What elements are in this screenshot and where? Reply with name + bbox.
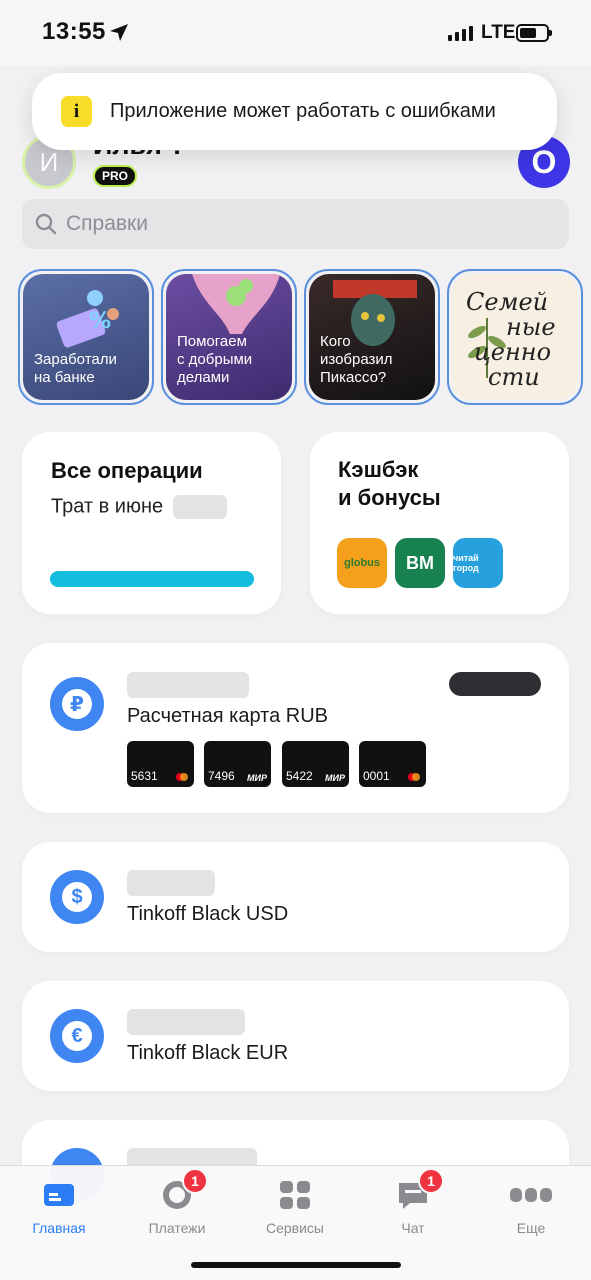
home-indicator[interactable]	[191, 1262, 401, 1268]
home-card-icon	[42, 1178, 76, 1212]
hidden-badge	[449, 672, 541, 696]
tab-chat[interactable]: 1 Чат	[358, 1168, 468, 1236]
ruble-icon: ₽	[50, 677, 104, 731]
story-label: Кого изобразил Пикассо?	[320, 333, 393, 386]
percent-card-illustration: %	[56, 290, 119, 348]
account-title: Расчетная карта RUB	[127, 705, 329, 727]
account-title: Tinkoff Black USD	[127, 903, 289, 925]
svg-text:%: %	[89, 309, 111, 334]
mir-logo: МИР	[325, 773, 345, 783]
story-label: Помогаем с добрыми делами	[177, 333, 253, 386]
status-bar: 13:55 LTE	[0, 0, 591, 66]
tab-home[interactable]: Главная	[4, 1178, 114, 1236]
chat-icon: 1	[396, 1168, 444, 1212]
info-icon: i	[61, 96, 92, 127]
tab-services[interactable]: Сервисы	[240, 1178, 350, 1236]
hidden-balance	[127, 870, 215, 896]
bank-card-thumbnail[interactable]: 7496 МИР	[204, 741, 271, 787]
location-arrow-icon	[110, 24, 128, 41]
account-card-rub[interactable]: ₽ Расчетная карта RUB 5631 7496 МИР 5422…	[22, 643, 569, 813]
dollar-icon: $	[50, 870, 104, 924]
operations-title: Все операции	[51, 458, 203, 483]
search-bar[interactable]	[22, 199, 569, 249]
battery-icon	[516, 24, 552, 42]
payments-icon: 1	[160, 1168, 208, 1212]
notification-badge: 1	[182, 1168, 208, 1194]
partner-globus-logo[interactable]: globus	[337, 538, 387, 588]
app-icon-letter: O	[531, 143, 557, 180]
notification-badge: 1	[418, 1168, 444, 1194]
account-card-eur[interactable]: € Tinkoff Black EUR	[22, 981, 569, 1091]
story-card[interactable]: Помогаем с добрыми делами	[161, 269, 297, 405]
avatar-initial: И	[39, 146, 59, 177]
services-grid-icon	[278, 1178, 312, 1212]
cashback-card[interactable]: Кэшбэк и бонусы globus ВМ читай город	[310, 432, 569, 614]
more-dots-icon	[509, 1178, 553, 1212]
search-icon	[35, 213, 57, 235]
bank-card-thumbnail[interactable]: 0001	[359, 741, 426, 787]
story-card[interactable]: % Заработали на банке	[18, 269, 154, 405]
mastercard-icon	[176, 773, 188, 781]
status-time: 13:55	[42, 18, 106, 45]
account-title: Tinkoff Black EUR	[127, 1042, 289, 1064]
account-card-usd[interactable]: $ Tinkoff Black USD	[22, 842, 569, 952]
story-card[interactable]: Кого изобразил Пикассо?	[304, 269, 440, 405]
mastercard-icon	[408, 773, 420, 781]
euro-icon: €	[50, 1009, 104, 1063]
tab-payments[interactable]: 1 Платежи	[122, 1168, 232, 1236]
network-label: LTE	[481, 22, 516, 43]
hidden-balance	[127, 672, 249, 698]
story-label: Заработали на банке	[34, 351, 117, 386]
operations-card[interactable]: Все операции Трат в июне	[22, 432, 281, 614]
spending-progress-bar	[50, 571, 254, 587]
operations-subtitle: Трат в июне	[51, 495, 227, 519]
story-script-title: Семей ные ценно сти	[466, 288, 556, 391]
hidden-amount	[172, 495, 227, 519]
cell-signal-icon	[448, 26, 473, 41]
cashback-title: Кэшбэк и бонусы	[338, 457, 441, 510]
partner-vm-logo[interactable]: ВМ	[395, 538, 445, 588]
bank-card-thumbnail[interactable]: 5631	[127, 741, 194, 787]
mir-logo: МИР	[247, 773, 267, 783]
story-card[interactable]: Семей ные ценно сти	[447, 269, 583, 405]
warning-toast[interactable]: i Приложение может работать с ошибками	[32, 73, 557, 150]
toast-text: Приложение может работать с ошибками	[110, 100, 496, 122]
bank-card-thumbnail[interactable]: 5422 МИР	[282, 741, 349, 787]
search-input[interactable]	[66, 212, 546, 236]
stories-carousel[interactable]: % Заработали на банке Помогаем с добрыми де…	[18, 269, 591, 405]
hidden-balance	[127, 1009, 245, 1035]
pro-badge: PRO	[93, 165, 138, 187]
partner-chitai-gorod-logo[interactable]: читай город	[453, 538, 503, 588]
tab-more[interactable]: Еще	[476, 1178, 586, 1236]
